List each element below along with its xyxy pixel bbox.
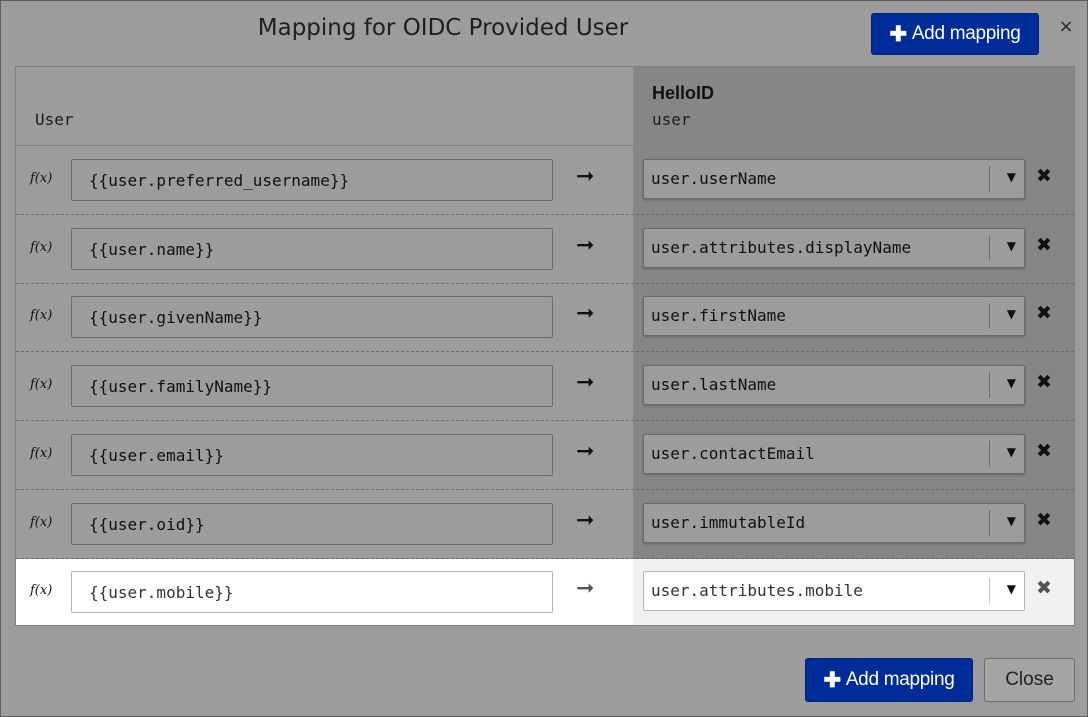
arrow-right-icon: ➞ xyxy=(576,232,595,258)
remove-mapping-icon[interactable]: ✖ xyxy=(1036,302,1052,324)
target-cell: user.immutableId ▼ ✖ xyxy=(633,491,1074,558)
chevron-down-icon[interactable]: ▼ xyxy=(1007,307,1016,321)
add-mapping-button-bottom[interactable]: ✚ Add mapping xyxy=(805,658,973,702)
plus-icon: ✚ xyxy=(889,22,908,46)
arrow-right-icon: ➞ xyxy=(576,164,595,189)
select-divider xyxy=(989,509,990,536)
mapping-row: f(x) {{user.givenName}} ➞ user.firstName ▼ ✖ xyxy=(16,284,1074,353)
remove-mapping-icon[interactable]: ✖ xyxy=(1036,509,1052,531)
target-field-select[interactable]: user.attributes.mobile ▼ xyxy=(643,571,1025,612)
remove-mapping-icon[interactable]: ✖ xyxy=(1036,577,1052,599)
target-column-subtitle: user xyxy=(652,110,691,129)
target-field-select[interactable]: user.contactEmail ▼ xyxy=(643,433,1025,474)
select-divider xyxy=(989,166,990,192)
function-icon[interactable]: f(x) xyxy=(30,515,52,530)
function-icon[interactable]: f(x) xyxy=(30,446,52,461)
select-divider xyxy=(989,578,990,605)
plus-icon: ✚ xyxy=(823,668,842,692)
target-field-value: user.attributes.mobile xyxy=(651,581,863,601)
remove-mapping-icon[interactable]: ✖ xyxy=(1036,234,1052,256)
function-icon[interactable]: f(x) xyxy=(30,171,52,186)
mapping-row: f(x) {{user.email}} ➞ user.contactEmail ▼ ✖ xyxy=(16,422,1074,490)
target-field-select[interactable]: user.userName ▼ xyxy=(643,159,1025,199)
target-cell: user.lastName ▼ ✖ xyxy=(633,353,1074,420)
target-field-value: user.contactEmail xyxy=(651,443,815,463)
target-field-select[interactable]: user.firstName ▼ xyxy=(643,296,1025,337)
function-icon[interactable]: f(x) xyxy=(30,308,52,323)
target-field-value: user.userName xyxy=(651,169,777,188)
target-field-value: user.lastName xyxy=(651,375,777,395)
arrow-right-icon: ➞ xyxy=(576,438,595,464)
remove-mapping-icon[interactable]: ✖ xyxy=(1036,165,1052,187)
chevron-down-icon[interactable]: ▼ xyxy=(1007,445,1016,459)
target-cell: user.userName ▼ ✖ xyxy=(633,147,1074,214)
remove-mapping-icon[interactable]: ✖ xyxy=(1036,440,1052,462)
target-field-value: user.firstName xyxy=(651,306,786,326)
mapping-row: f(x) {{user.preferred_username}} ➞ user.use… xyxy=(16,147,1074,215)
target-cell: user.attributes.mobile ▼ ✖ xyxy=(633,559,1074,625)
target-field-value: user.attributes.displayName xyxy=(651,237,912,257)
add-mapping-button-top[interactable]: ✚ Add mapping xyxy=(871,13,1039,55)
select-divider xyxy=(989,303,990,330)
target-cell: user.attributes.displayName ▼ ✖ xyxy=(633,216,1074,283)
chevron-down-icon[interactable]: ▼ xyxy=(1007,170,1016,184)
mapping-dialog: Mapping for OIDC Provided User ✚ Add map… xyxy=(0,0,1088,717)
select-divider xyxy=(989,372,990,399)
target-field-select[interactable]: user.attributes.displayName ▼ xyxy=(643,227,1025,268)
chevron-down-icon[interactable]: ▼ xyxy=(1007,376,1016,390)
mapping-header: User HelloID user xyxy=(16,67,1074,146)
arrow-right-icon: ➞ xyxy=(576,301,595,327)
function-icon[interactable]: f(x) xyxy=(30,240,52,255)
mapping-row: f(x) {{user.name}} ➞ user.attributes.displa… xyxy=(16,216,1074,284)
select-divider xyxy=(989,440,990,467)
target-field-select[interactable]: user.immutableId ▼ xyxy=(643,502,1025,543)
close-icon[interactable]: × xyxy=(1057,16,1075,38)
select-divider xyxy=(989,234,990,261)
source-expression-input[interactable]: {{user.givenName}} xyxy=(71,296,553,339)
source-expression-input[interactable]: {{user.email}} xyxy=(71,433,553,476)
target-field-select[interactable]: user.lastName ▼ xyxy=(643,365,1025,406)
mapping-row: f(x) {{user.oid}} ➞ user.immutableId ▼ ✖ xyxy=(16,491,1074,559)
remove-mapping-icon[interactable]: ✖ xyxy=(1036,371,1052,393)
function-icon[interactable]: f(x) xyxy=(30,377,52,392)
source-column-header: User xyxy=(35,110,74,129)
source-expression-input[interactable]: {{user.preferred_username}} xyxy=(71,159,553,201)
target-cell: user.firstName ▼ ✖ xyxy=(633,284,1074,351)
arrow-right-icon: ➞ xyxy=(576,576,595,602)
source-expression-input[interactable]: {{user.mobile}} xyxy=(71,571,553,614)
arrow-right-icon: ➞ xyxy=(576,370,595,396)
target-cell: user.contactEmail ▼ ✖ xyxy=(633,422,1074,489)
chevron-down-icon[interactable]: ▼ xyxy=(1007,582,1016,596)
target-field-value: user.immutableId xyxy=(651,512,806,532)
mapping-row: f(x) {{user.familyName}} ➞ user.lastName ▼ ✖ xyxy=(16,353,1074,422)
chevron-down-icon[interactable]: ▼ xyxy=(1007,514,1016,528)
arrow-right-icon: ➞ xyxy=(576,507,595,533)
mapping-panel: User HelloID user f(x) {{user.preferred_u… xyxy=(15,66,1075,626)
close-button[interactable]: Close xyxy=(984,658,1075,702)
add-mapping-label: Add mapping xyxy=(845,669,955,690)
target-column-title: HelloID xyxy=(652,83,715,103)
mapping-row: f(x) {{user.mobile}} ➞ user.attributes.mobi… xyxy=(16,559,1074,625)
source-expression-input[interactable]: {{user.name}} xyxy=(71,227,553,270)
source-expression-input[interactable]: {{user.oid}} xyxy=(71,502,553,545)
source-expression-input[interactable]: {{user.familyName}} xyxy=(71,365,553,408)
add-mapping-label: Add mapping xyxy=(911,23,1021,44)
dialog-title: Mapping for OIDC Provided User xyxy=(257,15,629,41)
chevron-down-icon[interactable]: ▼ xyxy=(1007,239,1016,253)
function-icon[interactable]: f(x) xyxy=(30,583,52,598)
